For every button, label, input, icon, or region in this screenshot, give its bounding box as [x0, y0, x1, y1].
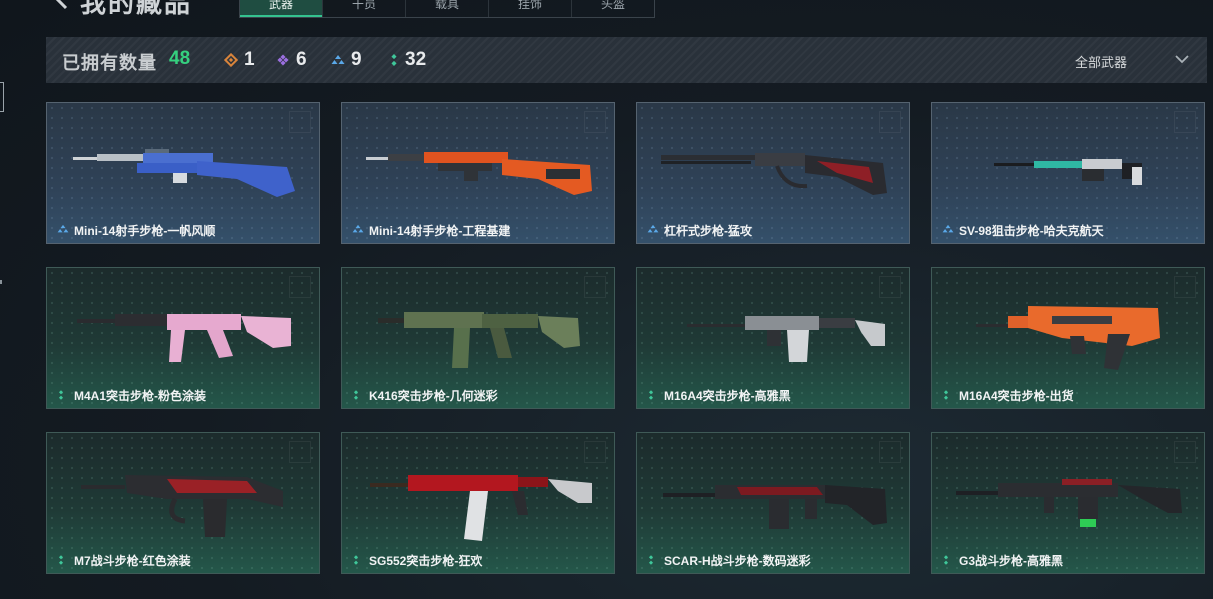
weapon-filter-dropdown[interactable]: 全部武器 — [1075, 52, 1127, 71]
chevron-down-icon — [1175, 55, 1189, 64]
rarity-count-value: 1 — [244, 49, 255, 70]
weapon-card[interactable]: SCAR-H战斗步枪-数码迷彩 — [636, 432, 910, 574]
green-dots-icon — [648, 390, 654, 400]
green-dots-icon — [58, 390, 64, 400]
green-dots-icon — [353, 555, 359, 565]
weapon-name: SCAR-H战斗步枪-数码迷彩 — [664, 554, 811, 568]
weapon-name: G3战斗步枪-高雅黑 — [959, 554, 1064, 568]
weapon-name: Mini-14射手步枪-一帆风顺 — [74, 224, 216, 238]
weapon-name: M16A4突击步枪-出货 — [959, 389, 1074, 403]
rifle-image — [661, 153, 887, 195]
page-title: 我的藏品 — [80, 0, 193, 18]
rifle-image — [663, 485, 887, 529]
stats-bar: 已拥有数量 48 1 6 9 32 全部武器 — [46, 37, 1207, 83]
tab-weapons[interactable]: 武器 — [240, 0, 323, 17]
owned-count-value: 48 — [169, 48, 191, 69]
rifle-image — [378, 312, 580, 368]
weapon-name: Mini-14射手步枪-工程基建 — [369, 224, 511, 238]
blue-triangle-icon — [942, 224, 954, 233]
rarity-count-orange: 1 — [224, 49, 255, 71]
weapon-name: K416突击步枪-几何迷彩 — [369, 389, 498, 403]
back-button[interactable] — [50, 0, 72, 16]
rifle-image — [976, 306, 1160, 370]
weapon-grid: Mini-14射手步枪-一帆风顺 Mini-14射手步枪-工程基建 杠杆式步枪-… — [46, 102, 1206, 577]
rifle-image — [366, 152, 592, 195]
rifle-image — [73, 149, 295, 197]
header: 我的藏品 武器 干员 载具 挂饰 头盔 — [0, 0, 1213, 18]
weapon-card[interactable]: M7战斗步枪-红色涂装 — [46, 432, 320, 574]
weapon-name: SG552突击步枪-狂欢 — [369, 554, 483, 568]
owned-count-label: 已拥有数量 — [62, 53, 157, 73]
blue-triangle-icon — [57, 224, 69, 233]
green-dots-icon — [943, 555, 949, 565]
weapon-card[interactable]: 杠杆式步枪-猛攻 — [636, 102, 910, 244]
weapon-card[interactable]: SV-98狙击步枪-哈夫克航天 — [931, 102, 1205, 244]
rifle-image — [994, 159, 1142, 185]
rarity-count-purple: 6 — [276, 49, 307, 71]
weapon-card[interactable]: K416突击步枪-几何迷彩 — [341, 267, 615, 409]
weapon-card[interactable]: M4A1突击步枪-粉色涂装 — [46, 267, 320, 409]
green-dots-icon — [648, 555, 654, 565]
weapon-name: 杠杆式步枪-猛攻 — [664, 224, 752, 238]
rifle-image — [956, 479, 1182, 527]
blue-triangle-icon — [647, 224, 659, 233]
rarity-count-value: 9 — [351, 49, 362, 70]
tab-helmets[interactable]: 头盔 — [572, 0, 654, 17]
rarity-count-value: 6 — [296, 49, 307, 70]
chevron-left-icon — [55, 0, 68, 10]
green-dots-icon — [58, 555, 64, 565]
green-dots-icon — [391, 54, 397, 66]
weapon-name: M7战斗步枪-红色涂装 — [74, 554, 191, 568]
rifle-image — [81, 475, 283, 537]
side-edge-marker — [0, 82, 4, 112]
dropdown-toggle[interactable] — [1174, 51, 1190, 72]
rifle-image — [77, 314, 291, 362]
side-edge-dot — [0, 280, 2, 284]
weapon-name: M4A1突击步枪-粉色涂装 — [74, 389, 207, 403]
tab-charms[interactable]: 挂饰 — [489, 0, 572, 17]
purple-diamond-icon — [277, 54, 289, 66]
weapon-card[interactable]: M16A4突击步枪-出货 — [931, 267, 1205, 409]
orange-diamond-icon — [224, 53, 238, 67]
green-dots-icon — [353, 390, 359, 400]
green-dots-icon — [943, 390, 949, 400]
rifle-image — [370, 475, 592, 541]
category-tabs: 武器 干员 载具 挂饰 头盔 — [239, 0, 655, 18]
rarity-count-value: 32 — [405, 49, 427, 70]
weapon-card[interactable]: SG552突击步枪-狂欢 — [341, 432, 615, 574]
weapon-card[interactable]: M16A4突击步枪-高雅黑 — [636, 267, 910, 409]
rarity-count-blue: 9 — [331, 49, 362, 71]
tab-vehicles[interactable]: 载具 — [406, 0, 489, 17]
rifle-image — [687, 316, 885, 362]
weapon-name: M16A4突击步枪-高雅黑 — [664, 389, 791, 403]
rarity-count-green: 32 — [389, 49, 426, 71]
weapon-card[interactable]: Mini-14射手步枪-工程基建 — [341, 102, 615, 244]
blue-triangle-icon — [331, 55, 345, 64]
blue-triangle-icon — [352, 224, 364, 233]
weapon-card[interactable]: G3战斗步枪-高雅黑 — [931, 432, 1205, 574]
weapon-name: SV-98狙击步枪-哈夫克航天 — [959, 224, 1104, 238]
tab-operators[interactable]: 干员 — [323, 0, 406, 17]
weapon-card[interactable]: Mini-14射手步枪-一帆风顺 — [46, 102, 320, 244]
